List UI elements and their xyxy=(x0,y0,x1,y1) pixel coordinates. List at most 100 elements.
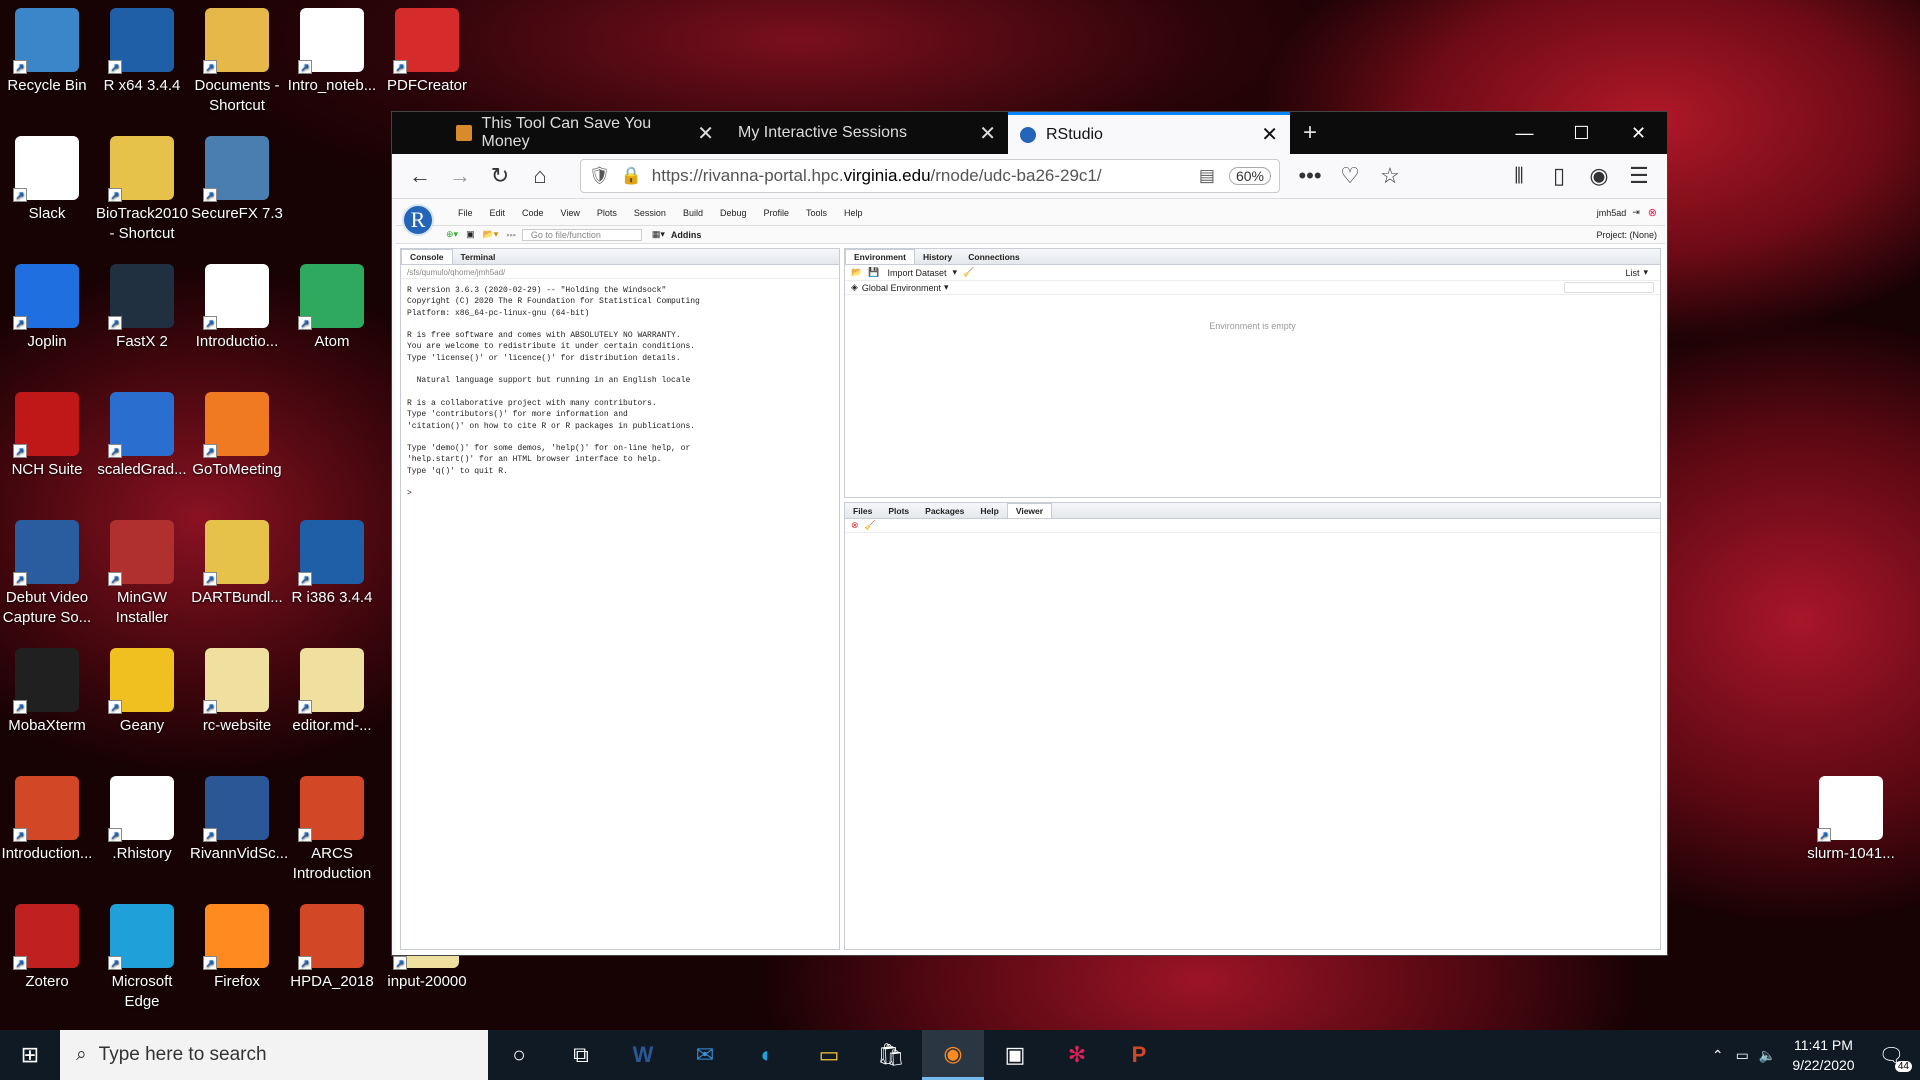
desktop-icon[interactable]: ↗ NCH Suite xyxy=(0,392,94,480)
menu-item[interactable]: Profile xyxy=(764,208,790,218)
new-file-icon[interactable]: ⊕▾ xyxy=(446,229,458,240)
close-tab-icon[interactable]: ✕ xyxy=(697,121,714,146)
tab-interactive-sessions[interactable]: My Interactive Sessions ✕ xyxy=(726,112,1008,154)
mail-icon[interactable]: ✉ xyxy=(674,1030,736,1080)
list-view-button[interactable]: List xyxy=(1625,268,1639,278)
desktop-icon[interactable]: ↗ BioTrack2010 - Shortcut xyxy=(95,136,189,244)
menu-item[interactable]: Help xyxy=(844,208,863,218)
volume-icon[interactable]: 🔈 xyxy=(1759,1047,1776,1064)
close-window-icon[interactable]: ✕ xyxy=(1610,112,1667,154)
desktop-icon[interactable]: ↗ Geany xyxy=(95,648,189,736)
tab-console[interactable]: Console xyxy=(401,249,453,264)
desktop-icon[interactable]: ↗ scaledGrad... xyxy=(95,392,189,480)
powerpoint-taskbar-icon[interactable]: P xyxy=(1108,1030,1170,1080)
menu-item[interactable]: Tools xyxy=(806,208,827,218)
menu-item[interactable]: Build xyxy=(683,208,703,218)
zoom-level[interactable]: 60% xyxy=(1228,167,1271,185)
clear-viewer-icon[interactable]: 🧹 xyxy=(865,520,876,531)
tab-connections[interactable]: Connections xyxy=(960,250,1027,264)
sign-out-icon[interactable]: ⇥ xyxy=(1632,207,1640,218)
desktop-icon[interactable]: ↗ ARCS Introduction xyxy=(285,776,379,884)
new-tab-button[interactable]: + xyxy=(1290,112,1330,154)
desktop-icon[interactable]: ↗ Microsoft Edge xyxy=(95,904,189,1012)
load-workspace-icon[interactable]: 📂 xyxy=(851,267,862,278)
desktop-icon[interactable]: ↗ .Rhistory xyxy=(95,776,189,864)
new-project-icon[interactable]: ▣ xyxy=(466,229,475,240)
url-bar[interactable]: 🛡 🔒 https://rivanna-portal.hpc. virginia.… xyxy=(580,159,1280,193)
desktop-icon[interactable]: ↗ Documents - Shortcut xyxy=(190,8,284,116)
grid-icon[interactable]: ▦▾ xyxy=(652,229,665,240)
menu-item[interactable]: Plots xyxy=(597,208,617,218)
taskbar-search[interactable]: ⌕ Type here to search xyxy=(60,1030,488,1080)
desktop-icon[interactable]: ↗ PDFCreator xyxy=(380,8,474,96)
more-actions-icon[interactable]: ••• xyxy=(1290,158,1330,194)
sidebar-icon[interactable]: ▯ xyxy=(1539,158,1579,194)
desktop-icon[interactable]: ↗ Joplin xyxy=(0,264,94,352)
tab-rstudio[interactable]: RStudio ✕ xyxy=(1008,112,1290,154)
goto-file-input[interactable]: Go to file/function xyxy=(521,228,642,241)
desktop-icon[interactable]: ↗ Debut Video Capture So... xyxy=(0,520,94,628)
menu-item[interactable]: View xyxy=(561,208,580,218)
desktop-icon[interactable]: ↗ Intro_noteb... xyxy=(285,8,379,96)
battery-icon[interactable]: ▭ xyxy=(1736,1047,1749,1064)
env-search-input[interactable] xyxy=(1564,282,1654,293)
save-icon[interactable]: ▪▪▪ xyxy=(506,230,516,240)
lock-icon[interactable]: 🔒 xyxy=(621,166,642,186)
show-hidden-icons-icon[interactable]: ⌃ xyxy=(1712,1047,1724,1064)
minimize-icon[interactable]: — xyxy=(1496,112,1553,154)
reader-view-icon[interactable]: ▤ xyxy=(1199,166,1215,186)
tab-packages[interactable]: Packages xyxy=(917,504,972,518)
tab-viewer[interactable]: Viewer xyxy=(1006,503,1053,518)
tab-files[interactable]: Files xyxy=(845,504,880,518)
menu-item[interactable]: File xyxy=(458,208,473,218)
desktop-icon[interactable]: ↗ R x64 3.4.4 xyxy=(95,8,189,96)
firefox-taskbar-icon[interactable]: ◉ xyxy=(922,1030,984,1080)
desktop-icon[interactable]: ↗ HPDA_2018 xyxy=(285,904,379,992)
desktop-icon[interactable]: ↗ FastX 2 xyxy=(95,264,189,352)
close-tab-icon[interactable]: ✕ xyxy=(979,121,996,146)
remove-viewer-icon[interactable]: ⊗ xyxy=(851,520,859,531)
import-dataset-button[interactable]: Import Dataset xyxy=(887,268,946,278)
close-tab-icon[interactable]: ✕ xyxy=(1261,122,1278,147)
desktop-icon[interactable]: ↗ Atom xyxy=(285,264,379,352)
hamburger-menu-icon[interactable]: ☰ xyxy=(1619,158,1659,194)
desktop-icon[interactable]: ↗ RivannVidSc... xyxy=(190,776,288,864)
back-icon[interactable]: ← xyxy=(400,158,440,194)
file-explorer-icon[interactable]: ▭ xyxy=(798,1030,860,1080)
windows-start-icon[interactable]: ⊞ xyxy=(0,1030,60,1080)
tab-help[interactable]: Help xyxy=(972,504,1006,518)
desktop-icon[interactable]: ↗ slurm-1041... xyxy=(1804,776,1898,864)
bookmark-star-icon[interactable]: ☆ xyxy=(1370,158,1410,194)
cortana-icon[interactable]: ○ xyxy=(488,1030,550,1080)
menu-item[interactable]: Edit xyxy=(490,208,506,218)
broom-icon[interactable]: 🧹 xyxy=(963,267,974,278)
account-icon[interactable]: ◉ xyxy=(1579,158,1619,194)
clock[interactable]: 11:41 PM 9/22/2020 xyxy=(1792,1035,1854,1075)
desktop-icon[interactable]: ↗ Introduction... xyxy=(0,776,94,864)
tab-plots[interactable]: Plots xyxy=(880,504,917,518)
notification-icon[interactable]: 🗨 44 xyxy=(1879,1043,1912,1072)
mobaxterm-taskbar-icon[interactable]: ▣ xyxy=(984,1030,1046,1080)
store-icon[interactable]: 🛍 xyxy=(860,1030,922,1080)
menu-item[interactable]: Debug xyxy=(720,208,747,218)
tab-history[interactable]: History xyxy=(915,250,960,264)
task-view-icon[interactable]: ⧉ xyxy=(550,1030,612,1080)
open-file-icon[interactable]: 📂▾ xyxy=(483,229,499,240)
pocket-icon[interactable]: ♡ xyxy=(1330,158,1370,194)
desktop-icon[interactable]: ↗ rc-website xyxy=(190,648,284,736)
menu-item[interactable]: Code xyxy=(522,208,544,218)
tab-terminal[interactable]: Terminal xyxy=(453,250,504,264)
global-environment-select[interactable]: Global Environment xyxy=(862,283,941,293)
maximize-icon[interactable]: ☐ xyxy=(1553,112,1610,154)
desktop-icon[interactable]: ↗ R i386 3.4.4 xyxy=(285,520,379,608)
desktop-icon[interactable]: ↗ MinGW Installer xyxy=(95,520,189,628)
desktop-icon[interactable]: ↗ SecureFX 7.3 xyxy=(190,136,284,224)
tab-environment[interactable]: Environment xyxy=(845,249,915,264)
word-taskbar-icon[interactable]: W xyxy=(612,1030,674,1080)
save-workspace-icon[interactable]: 💾 xyxy=(868,267,879,278)
console-output[interactable]: R version 3.6.3 (2020-02-29) -- "Holding… xyxy=(401,279,839,506)
power-icon[interactable]: ⊗ xyxy=(1648,206,1657,219)
desktop-icon[interactable]: ↗ Introductio... xyxy=(190,264,284,352)
project-menu[interactable]: Project: (None) xyxy=(1596,230,1657,240)
slack-taskbar-icon[interactable]: ✻ xyxy=(1046,1030,1108,1080)
